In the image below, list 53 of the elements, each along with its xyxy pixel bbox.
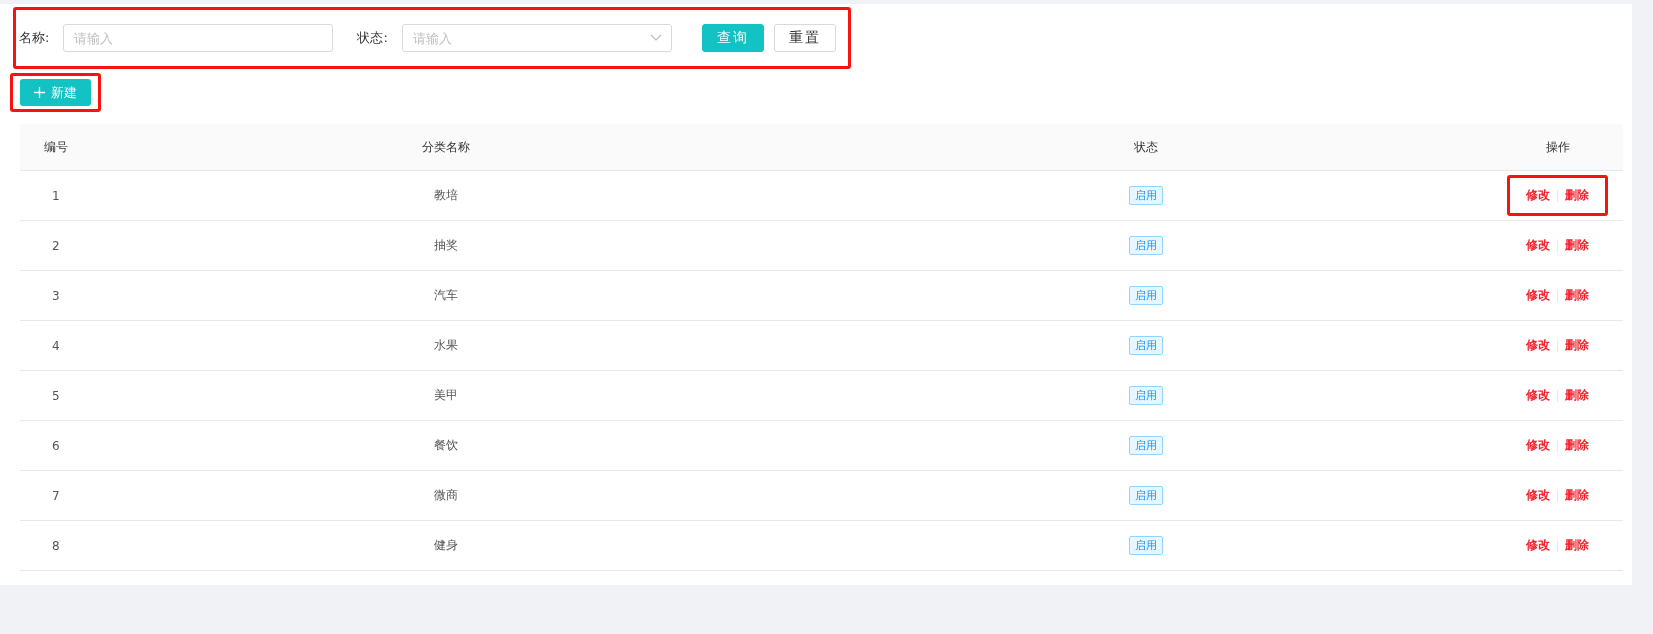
input-field[interactable]: 请输入 [63,24,334,52]
table-cell: 水果 [91,320,800,371]
table-cell: 7 [20,470,92,521]
column-header: 编号 [20,124,92,171]
table-cell: 微商 [91,470,800,521]
table-cell: 汽车 [91,270,800,321]
field-label: 状态: [357,29,388,47]
table-cell: 6 [20,420,92,471]
table-cell: 4 [20,320,92,371]
table-cell: 3 [20,270,92,321]
table-cell: 餐饮 [91,420,800,471]
status-tag: 启用 [1128,436,1163,455]
status-tag: 启用 [1128,236,1163,255]
status-tag: 启用 [1128,186,1163,205]
delete-link[interactable]: 删除 [1565,487,1590,504]
table-cell: 2 [20,220,92,271]
delete-link[interactable]: 删除 [1565,437,1590,454]
delete-link[interactable]: 删除 [1565,387,1590,404]
table-cell: 教培 [91,170,800,221]
column-header: 操作 [1492,124,1623,171]
status-tag: 启用 [1128,536,1163,555]
edit-link[interactable]: 修改 [1526,537,1551,554]
table-cell: 1 [20,170,92,221]
query-button[interactable]: 查询 [701,24,764,52]
column-header: 分类名称 [91,124,800,171]
edit-link[interactable]: 修改 [1526,237,1551,254]
edit-link[interactable]: 修改 [1526,337,1551,354]
chevron-down-icon [649,34,662,42]
edit-link[interactable]: 修改 [1526,287,1551,304]
table-cell: 抽奖 [91,220,800,271]
column-header: 状态 [799,124,1493,171]
plus-icon [34,87,45,98]
new-button[interactable]: 新建 [20,79,91,106]
delete-link[interactable]: 删除 [1565,237,1590,254]
select-field[interactable]: 请输入 [401,24,672,52]
status-tag: 启用 [1128,286,1163,305]
edit-link[interactable]: 修改 [1526,387,1551,404]
delete-link[interactable]: 删除 [1565,337,1590,354]
delete-link[interactable]: 删除 [1565,187,1590,204]
delete-link[interactable]: 删除 [1565,537,1590,554]
status-tag: 启用 [1128,386,1163,405]
edit-link[interactable]: 修改 [1526,437,1551,454]
status-tag: 启用 [1128,486,1163,505]
reset-button[interactable]: 重置 [773,24,836,52]
table-cell: 5 [20,370,92,421]
table-cell: 健身 [91,520,800,571]
table-cell: 美甲 [91,370,800,421]
status-tag: 启用 [1128,336,1163,355]
delete-link[interactable]: 删除 [1565,287,1590,304]
edit-link[interactable]: 修改 [1526,187,1551,204]
field-label: 名称: [19,29,50,47]
table-cell: 8 [20,520,92,571]
edit-link[interactable]: 修改 [1526,487,1551,504]
